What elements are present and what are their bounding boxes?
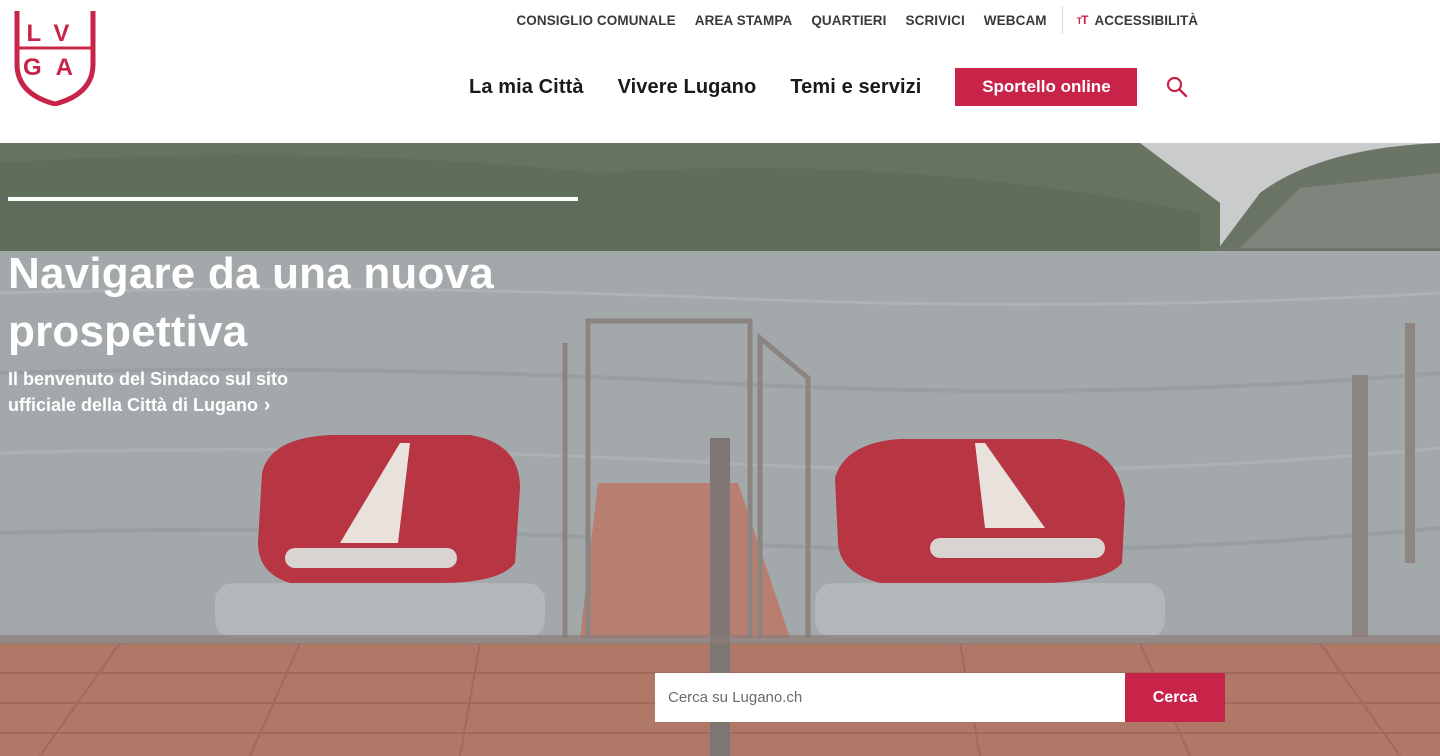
accessibility-link[interactable]: TT ACCESSIBILITÀ bbox=[1077, 13, 1198, 28]
search-submit-button[interactable]: Cerca bbox=[1125, 673, 1225, 722]
logo-line-2: GA bbox=[23, 54, 87, 81]
nav-item-la-mia-citta[interactable]: La mia Città bbox=[469, 76, 584, 99]
hero-welcome-link[interactable]: Il benvenuto del Sindaco sul sito uffici… bbox=[8, 366, 308, 419]
utility-link-webcam[interactable]: WEBCAM bbox=[984, 13, 1047, 28]
utility-link-scrivici[interactable]: SCRIVICI bbox=[905, 13, 964, 28]
search-toggle-button[interactable] bbox=[1165, 75, 1189, 99]
logo-line-1: LV bbox=[27, 20, 84, 47]
lugano-shield-logo-icon: LV GA bbox=[14, 11, 96, 106]
hero-banner: Navigare da una nuova prospettiva Il ben… bbox=[0, 143, 1440, 756]
nav-item-vivere-lugano[interactable]: Vivere Lugano bbox=[618, 76, 757, 99]
chevron-right-icon: › bbox=[264, 395, 271, 416]
nav-item-temi-e-servizi[interactable]: Temi e servizi bbox=[790, 76, 921, 99]
text-size-icon: TT bbox=[1076, 13, 1089, 27]
site-search-bar: Cerca bbox=[655, 673, 1225, 722]
accessibility-label: ACCESSIBILITÀ bbox=[1094, 12, 1198, 28]
city-logo[interactable]: LV GA bbox=[14, 8, 96, 106]
search-input[interactable] bbox=[655, 673, 1125, 722]
hero-divider bbox=[8, 197, 578, 201]
search-icon bbox=[1167, 76, 1188, 98]
sportello-online-button[interactable]: Sportello online bbox=[955, 68, 1138, 106]
hero-title: Navigare da una nuova prospettiva bbox=[8, 249, 494, 356]
hero-subtitle: Il benvenuto del Sindaco sul sito uffici… bbox=[8, 369, 289, 415]
main-nav: La mia Città Vivere Lugano Temi e serviz… bbox=[469, 68, 1189, 106]
utility-link-area-stampa[interactable]: AREA STAMPA bbox=[695, 13, 793, 28]
utility-link-quartieri[interactable]: QUARTIERI bbox=[811, 13, 886, 28]
utility-nav: CONSIGLIO COMUNALE AREA STAMPA QUARTIERI… bbox=[516, 6, 1198, 34]
hero-lake-image bbox=[0, 143, 1440, 756]
site-header: LV GA CONSIGLIO COMUNALE AREA STAMPA QUA… bbox=[0, 0, 1440, 143]
utility-link-consiglio-comunale[interactable]: CONSIGLIO COMUNALE bbox=[516, 13, 675, 28]
utility-divider bbox=[1061, 6, 1063, 34]
